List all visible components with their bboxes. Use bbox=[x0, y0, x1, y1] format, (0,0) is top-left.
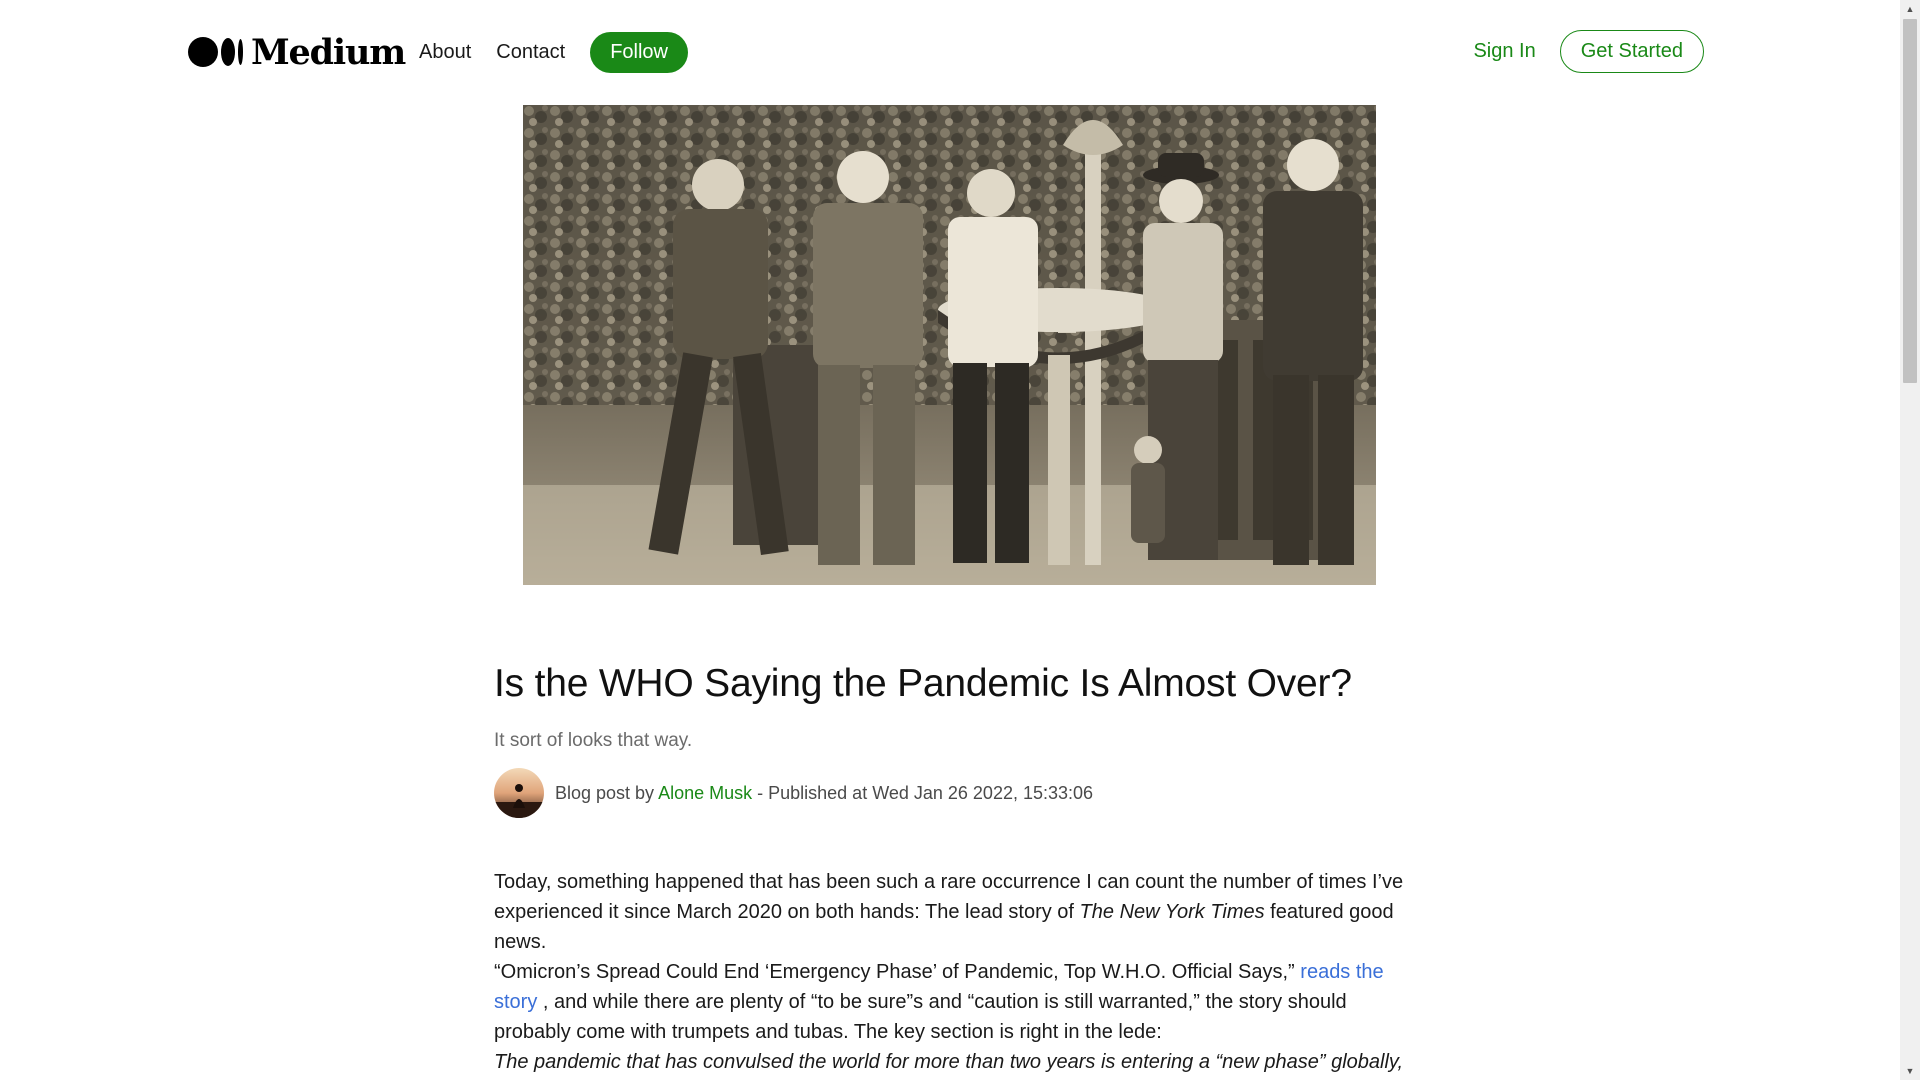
scroll-thumb[interactable] bbox=[1903, 19, 1917, 383]
scroll-down-arrow-icon[interactable]: ▼ bbox=[1900, 1062, 1920, 1080]
author-link[interactable]: Alone Musk bbox=[658, 783, 752, 803]
medium-logo-icon bbox=[188, 37, 243, 67]
nav-contact-link[interactable]: Contact bbox=[496, 41, 565, 64]
article-body: Today, something happened that has been … bbox=[494, 867, 1406, 1080]
auth-actions: Sign In Get Started bbox=[1473, 30, 1704, 73]
paragraph-2: “Omicron’s Spread Could End ‘Emergency P… bbox=[494, 957, 1406, 1047]
published-date: - Published at Wed Jan 26 2022, 15:33:06 bbox=[752, 782, 1094, 803]
article-subtitle: It sort of looks that way. bbox=[494, 730, 693, 751]
author-avatar-icon bbox=[494, 768, 544, 818]
byline-prefix: Blog post by bbox=[555, 782, 659, 803]
quote-text: The pandemic that has convulsed the worl… bbox=[494, 1051, 1404, 1073]
page: Medium About Contact Follow Sign In Get … bbox=[0, 0, 1920, 1080]
medium-logo[interactable]: Medium bbox=[188, 31, 406, 73]
nav-about-link[interactable]: About bbox=[419, 41, 471, 64]
avatar[interactable] bbox=[494, 768, 544, 818]
hero-image bbox=[523, 105, 1376, 585]
sign-in-link[interactable]: Sign In bbox=[1473, 40, 1535, 63]
article: Is the WHO Saying the Pandemic Is Almost… bbox=[494, 656, 1406, 1080]
paragraph-2-end: , and while there are plenty of “to be s… bbox=[494, 991, 1347, 1043]
follow-button[interactable]: Follow bbox=[590, 31, 688, 73]
publication-name: The New York Times bbox=[1079, 901, 1265, 923]
logo-wordmark: Medium bbox=[251, 31, 406, 73]
paragraph-2-text: “Omicron’s Spread Could End ‘Emergency P… bbox=[494, 961, 1301, 983]
get-started-button[interactable]: Get Started bbox=[1559, 30, 1704, 73]
vertical-scrollbar[interactable]: ▲ ▼ bbox=[1900, 0, 1920, 1080]
top-navigation: Medium About Contact Follow Sign In Get … bbox=[0, 0, 1900, 104]
byline-text: Blog post by Alone Musk - Published at W… bbox=[555, 783, 1093, 804]
article-title: Is the WHO Saying the Pandemic Is Almost… bbox=[494, 662, 1352, 705]
main-nav: About Contact Follow bbox=[419, 31, 688, 73]
paragraph-3: The pandemic that has convulsed the worl… bbox=[494, 1047, 1406, 1080]
byline: Blog post by Alone Musk - Published at W… bbox=[494, 768, 1406, 818]
historical-photo-icon bbox=[523, 105, 1376, 585]
scroll-up-arrow-icon[interactable]: ▲ bbox=[1900, 0, 1920, 18]
paragraph-1: Today, something happened that has been … bbox=[494, 867, 1406, 957]
